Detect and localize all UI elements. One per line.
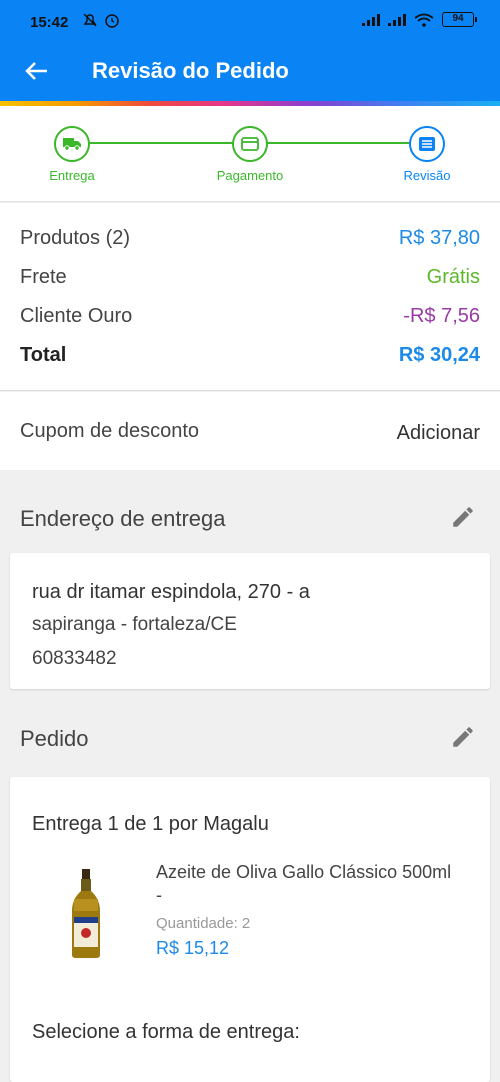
address-section-title: Endereço de entrega bbox=[20, 506, 226, 531]
total-value: R$ 30,24 bbox=[398, 344, 480, 366]
edit-address-pencil-icon[interactable] bbox=[450, 504, 476, 530]
signal-icon bbox=[388, 13, 406, 26]
truck-icon bbox=[54, 126, 90, 162]
address-street: rua dr itamar espindola, 270 - a bbox=[32, 581, 310, 603]
order-summary: Produtos (2) R$ 37,80 Frete Grátis Clien… bbox=[0, 203, 500, 391]
coupon-label: Cupom de desconto bbox=[20, 420, 200, 442]
olive-oil-bottle-image bbox=[72, 869, 100, 958]
order-section-title: Pedido bbox=[20, 726, 89, 751]
address-zip: 60833482 bbox=[32, 648, 117, 669]
products-row: Produtos (2) R$ 37,80 bbox=[20, 227, 480, 250]
product-name[interactable]: Azeite de Oliva Gallo Clássico 500ml - bbox=[156, 861, 456, 907]
mute-alarm-icons bbox=[82, 12, 122, 32]
status-time: 15:42 bbox=[30, 14, 69, 31]
step-delivery[interactable]: Entrega bbox=[22, 126, 122, 183]
total-row: Total R$ 30,24 bbox=[20, 344, 480, 367]
product-price: R$ 15,12 bbox=[156, 938, 230, 958]
status-bar: 15:42 94 bbox=[0, 0, 500, 46]
back-arrow-icon[interactable] bbox=[22, 56, 52, 86]
delivery-title: Entrega 1 de 1 por Magalu bbox=[32, 813, 269, 835]
step-label: Revisão bbox=[403, 168, 451, 183]
battery-icon: 94 bbox=[442, 12, 477, 27]
notification-off-icon bbox=[83, 13, 119, 28]
wifi-icon bbox=[414, 13, 434, 27]
step-label: Pagamento bbox=[216, 168, 284, 183]
step-label: Entrega bbox=[49, 168, 95, 183]
edit-order-pencil-icon[interactable] bbox=[450, 724, 476, 750]
shipping-method-prompt: Selecione a forma de entrega: bbox=[32, 1021, 300, 1043]
credit-card-icon bbox=[232, 126, 268, 162]
gold-client-row: Cliente Ouro -R$ 7,56 bbox=[20, 305, 480, 328]
total-label: Total bbox=[20, 344, 67, 366]
shipping-label: Frete bbox=[20, 266, 67, 288]
list-icon bbox=[409, 126, 445, 162]
checkout-stepper: Entrega Pagamento Revisão bbox=[0, 106, 500, 202]
signal-icon bbox=[362, 13, 380, 26]
gold-client-label: Cliente Ouro bbox=[20, 305, 133, 327]
page-title: Revisão do Pedido bbox=[92, 58, 289, 83]
status-right-icons: 94 bbox=[362, 12, 477, 27]
shipping-row: Frete Grátis bbox=[20, 266, 480, 289]
address-city: sapiranga - fortaleza/CE bbox=[32, 614, 237, 635]
product-quantity: Quantidade: 2 bbox=[156, 915, 251, 932]
address-card: rua dr itamar espindola, 270 - a sapiran… bbox=[10, 553, 490, 689]
coupon-row: Cupom de desconto Adicionar bbox=[0, 392, 500, 470]
step-review[interactable]: Revisão bbox=[377, 126, 477, 183]
app-header: 15:42 94 Revisão do Pedido bbox=[0, 0, 500, 106]
gold-client-discount: -R$ 7,56 bbox=[403, 305, 480, 327]
products-value: R$ 37,80 bbox=[398, 227, 480, 249]
step-payment[interactable]: Pagamento bbox=[200, 126, 300, 183]
shipping-value: Grátis bbox=[426, 266, 480, 288]
order-card: Entrega 1 de 1 por Magalu Azeite de Oliv… bbox=[10, 777, 490, 1082]
products-label: Produtos (2) bbox=[20, 227, 131, 249]
add-coupon-button[interactable]: Adicionar bbox=[397, 422, 480, 445]
